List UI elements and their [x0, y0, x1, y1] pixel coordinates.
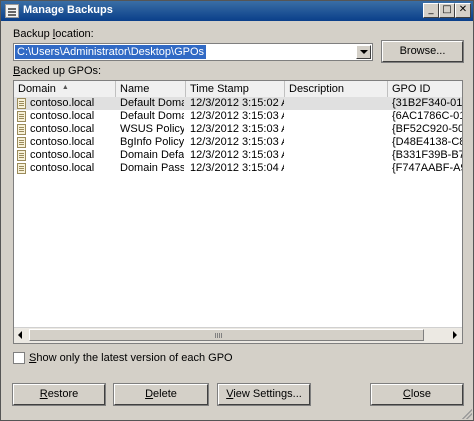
horizontal-scrollbar[interactable]	[14, 327, 462, 343]
show-latest-only-label[interactable]: Show only the latest version of each GPO	[29, 352, 233, 364]
cell-domain: contoso.local	[30, 136, 95, 148]
cell-description	[289, 136, 387, 149]
cell-domain: contoso.local	[30, 123, 95, 135]
table-row[interactable]: contoso.local Default Domai... 12/3/2012…	[14, 110, 462, 123]
gpo-icon	[17, 137, 26, 148]
cell-domain: contoso.local	[30, 162, 95, 174]
gpo-icon	[17, 98, 26, 109]
scroll-right-arrow-icon[interactable]	[448, 329, 461, 341]
manage-backups-window: Manage Backups _ □ ✕ Backup location: C:…	[0, 0, 474, 421]
gpo-icon	[17, 111, 26, 122]
cell-name: Domain Pass...	[120, 162, 184, 174]
cell-gpo-id: {D48E4138-C81...	[392, 136, 462, 148]
cell-name: WSUS Policy	[120, 123, 184, 135]
cell-domain: contoso.local	[30, 97, 95, 109]
cell-description	[289, 97, 387, 110]
cell-name: Default Domai...	[120, 110, 184, 122]
cell-name: BgInfo Policy	[120, 136, 184, 148]
cell-time-stamp: 12/3/2012 3:15:04 AM	[190, 162, 284, 174]
backed-up-gpos-label: Backed up GPOs:	[13, 65, 102, 77]
cell-gpo-id: {31B2F340-016...	[392, 97, 462, 109]
backup-location-value: C:\Users\Administrator\Desktop\GPOs	[15, 45, 207, 59]
dropdown-arrow-icon[interactable]	[356, 45, 371, 59]
gpo-icon	[17, 150, 26, 161]
gpo-app-icon	[5, 4, 19, 18]
cell-description	[289, 149, 387, 162]
backup-location-label: Backup location:	[13, 28, 94, 40]
cell-gpo-id: {BF52C920-503...	[392, 123, 462, 135]
scrollbar-thumb[interactable]	[29, 329, 424, 341]
table-row[interactable]: contoso.local WSUS Policy 12/3/2012 3:15…	[14, 123, 462, 136]
cell-time-stamp: 12/3/2012 3:15:02 AM	[190, 97, 284, 109]
table-row[interactable]: contoso.local BgInfo Policy 12/3/2012 3:…	[14, 136, 462, 149]
column-header-time-stamp[interactable]: Time Stamp	[186, 81, 285, 97]
cell-domain: contoso.local	[30, 110, 95, 122]
browse-button[interactable]: Browse...	[382, 41, 463, 62]
backup-location-combo[interactable]: C:\Users\Administrator\Desktop\GPOs	[13, 43, 373, 61]
show-latest-only-checkbox[interactable]	[13, 352, 25, 364]
column-header-domain[interactable]: Domain ▲	[14, 81, 116, 97]
cell-gpo-id: {B331F39B-B73...	[392, 149, 462, 161]
minimize-button[interactable]: _	[423, 3, 439, 18]
cell-time-stamp: 12/3/2012 3:15:03 AM	[190, 123, 284, 135]
cell-description	[289, 123, 387, 136]
cell-time-stamp: 12/3/2012 3:15:03 AM	[190, 149, 284, 161]
gpo-icon	[17, 163, 26, 174]
gpo-icon	[17, 124, 26, 135]
resize-grip-icon[interactable]	[462, 409, 472, 419]
column-header-name[interactable]: Name	[116, 81, 186, 97]
cell-description	[289, 162, 387, 175]
cell-time-stamp: 12/3/2012 3:15:03 AM	[190, 110, 284, 122]
list-header: Domain ▲ Name Time Stamp Description GPO …	[14, 81, 462, 98]
close-window-button[interactable]: ✕	[455, 3, 471, 18]
cell-gpo-id: {F747AABF-A9...	[392, 162, 462, 174]
cell-gpo-id: {6AC1786C-016...	[392, 110, 462, 122]
backed-up-gpos-list[interactable]: Domain ▲ Name Time Stamp Description GPO …	[13, 80, 463, 344]
window-title: Manage Backups	[23, 4, 113, 16]
table-row[interactable]: contoso.local Default Domai... 12/3/2012…	[14, 97, 462, 110]
cell-time-stamp: 12/3/2012 3:15:03 AM	[190, 136, 284, 148]
column-header-gpo-id[interactable]: GPO ID	[388, 81, 462, 97]
maximize-button[interactable]: □	[439, 3, 455, 18]
sort-ascending-icon: ▲	[61, 84, 69, 91]
view-settings-button[interactable]: View Settings...	[218, 384, 310, 405]
cell-name: Default Domai...	[120, 97, 184, 109]
cell-description	[289, 110, 387, 123]
restore-button[interactable]: Restore	[13, 384, 105, 405]
title-bar[interactable]: Manage Backups _ □ ✕	[1, 1, 473, 21]
table-row[interactable]: contoso.local Domain Pass... 12/3/2012 3…	[14, 162, 462, 175]
table-row[interactable]: contoso.local Domain Defau... 12/3/2012 …	[14, 149, 462, 162]
cell-domain: contoso.local	[30, 149, 95, 161]
close-button[interactable]: Close	[371, 384, 463, 405]
column-header-description[interactable]: Description	[285, 81, 388, 97]
scroll-left-arrow-icon[interactable]	[15, 329, 28, 341]
delete-button[interactable]: Delete	[114, 384, 208, 405]
cell-name: Domain Defau...	[120, 149, 184, 161]
